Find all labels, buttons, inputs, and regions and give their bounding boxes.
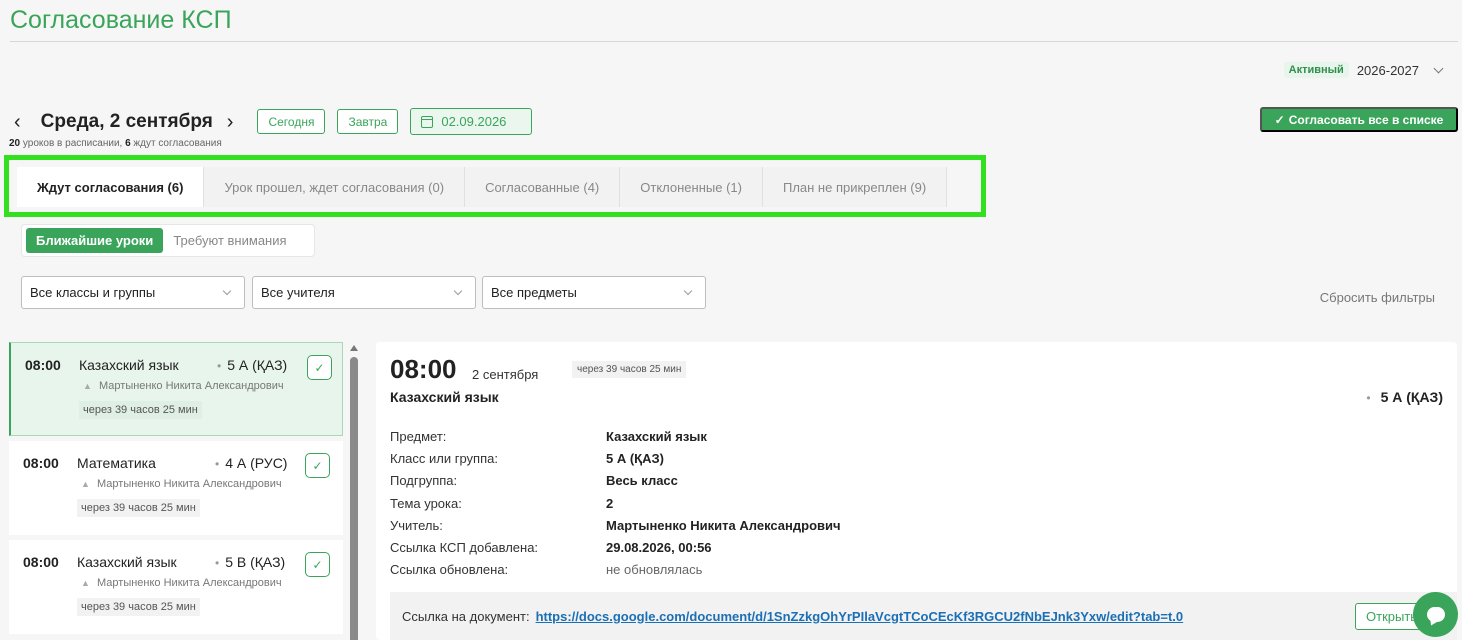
detail-row: Подгруппа: Весь класс [390, 473, 678, 489]
tab-rejected[interactable]: Отклоненные (1) [620, 167, 763, 207]
academic-year-select[interactable]: Активный 2026-2027 [1283, 62, 1444, 78]
status-tabs: Ждут согласования (6) Урок прошел, ждет … [17, 167, 948, 207]
check-icon: ✓ [1274, 112, 1285, 127]
approve-lesson-button[interactable]: ✓ [305, 453, 330, 478]
detail-row: Класс или группа: 5 А (ҚАЗ) [390, 450, 664, 466]
segment-nearest[interactable]: Ближайшие уроки [26, 228, 164, 253]
lesson-countdown: через 39 часов 25 мин [77, 598, 200, 616]
approve-all-button[interactable]: ✓ Согласовать все в списке [1260, 107, 1458, 132]
lesson-class: 4 А (РУС) [215, 455, 287, 471]
detail-row: Учитель: Мартыненко Никита Александрович [390, 517, 841, 533]
teachers-filter[interactable]: Все учителя [252, 276, 476, 309]
approve-lesson-button[interactable]: ✓ [307, 355, 332, 380]
lesson-detail-panel: 08:00 2 сентября через 39 часов 25 мин К… [376, 342, 1457, 640]
teachers-filter-value: Все учителя [261, 285, 335, 300]
tab-awaiting[interactable]: Ждут согласования (6) [17, 167, 205, 207]
check-icon: ✓ [314, 360, 325, 375]
lesson-subject: Казахский язык [77, 554, 177, 570]
lesson-card[interactable]: 08:00 Казахский язык 5 В (ҚАЗ) ▲Мартынен… [9, 540, 343, 634]
lesson-card[interactable]: 08:00 Казахский язык 5 А (ҚАЗ) ▲Мартынен… [9, 342, 343, 436]
chevron-down-icon [683, 286, 693, 296]
tabs-highlight-frame: Ждут согласования (6) Урок прошел, ждет … [4, 155, 986, 217]
tab-lesson-passed[interactable]: Урок прошел, ждет согласования (0) [204, 167, 466, 207]
detail-row: Тема урока: 2 [390, 495, 614, 511]
detail-time: 08:00 [390, 354, 457, 384]
approve-all-label: Согласовать все в списке [1288, 112, 1444, 127]
lesson-class: 5 А (ҚАЗ) [217, 357, 287, 373]
scroll-up-icon[interactable] [350, 345, 358, 351]
active-badge: Активный [1283, 62, 1349, 78]
lesson-time: 08:00 [23, 554, 59, 570]
lesson-teacher: ▲ Мартыненко Никита Александрович [83, 380, 284, 392]
detail-date: 2 сентября [472, 367, 539, 382]
chevron-left-icon[interactable]: ‹ [14, 112, 21, 132]
check-icon: ✓ [312, 557, 323, 572]
detail-countdown: через 39 часов 25 мин [572, 361, 687, 378]
today-button[interactable]: Сегодня [257, 109, 326, 134]
detail-row: Предмет: Казахский язык [390, 428, 707, 444]
scroll-thumb[interactable] [350, 357, 358, 640]
title-divider [10, 41, 1458, 42]
approve-lesson-button[interactable]: ✓ [305, 552, 330, 577]
date-navigation: ‹ Среда, 2 сентября › Сегодня Завтра 02.… [14, 108, 533, 135]
page-title: Согласование КСП [10, 6, 232, 34]
detail-subject: Казахский язык [390, 389, 499, 405]
lesson-list: 08:00 Казахский язык 5 А (ҚАЗ) ▲Мартынен… [9, 342, 343, 639]
detail-class: 5 А (ҚАЗ) [1366, 389, 1443, 405]
lesson-subject: Казахский язык [79, 357, 179, 373]
year-value: 2026-2027 [1356, 62, 1419, 78]
lesson-countdown: через 39 часов 25 мин [77, 499, 200, 517]
chat-icon [1426, 607, 1445, 622]
person-icon: ▲ [81, 578, 90, 588]
lesson-countdown: через 39 часов 25 мин [79, 401, 202, 419]
date-picker-value: 02.09.2026 [441, 114, 507, 129]
lesson-teacher: ▲ Мартыненко Никита Александрович [81, 577, 282, 589]
chevron-down-icon [1433, 63, 1444, 73]
person-icon: ▲ [81, 479, 90, 489]
chevron-down-icon [222, 286, 232, 296]
lesson-time: 08:00 [23, 455, 59, 471]
lesson-subject: Математика [77, 455, 156, 471]
lesson-time: 08:00 [25, 357, 61, 373]
date-picker[interactable]: 02.09.2026 [410, 108, 533, 135]
current-date-title: Среда, 2 сентября [40, 110, 213, 132]
document-link-bar: Ссылка на документ: https://docs.google.… [390, 592, 1457, 640]
chevron-right-icon[interactable]: › [227, 112, 234, 132]
lesson-card[interactable]: 08:00 Математика 4 А (РУС) ▲Мартыненко Н… [9, 441, 343, 535]
lesson-teacher: ▲ Мартыненко Никита Александрович [81, 478, 282, 490]
chevron-down-icon [453, 286, 463, 296]
tab-approved[interactable]: Согласованные (4) [465, 167, 621, 207]
detail-row: Ссылка КСП добавлена: 29.08.2026, 00:56 [390, 540, 712, 556]
segment-attention[interactable]: Требуют внимания [163, 228, 296, 253]
lesson-class: 5 В (ҚАЗ) [215, 554, 285, 570]
subjects-filter-value: Все предметы [491, 285, 577, 300]
detail-row: Ссылка обновлена: не обновлялась [390, 562, 703, 578]
person-icon: ▲ [83, 381, 92, 391]
document-link-label: Ссылка на документ: [402, 608, 530, 624]
subjects-filter[interactable]: Все предметы [482, 276, 706, 309]
tab-no-plan[interactable]: План не прикреплен (9) [762, 167, 948, 207]
calendar-icon [421, 115, 434, 128]
chat-button[interactable] [1413, 592, 1458, 637]
schedule-summary: 20 уроков в расписании, 6 ждут согласова… [9, 138, 222, 149]
lesson-segment-control: Ближайшие уроки Требуют внимания [21, 224, 315, 257]
detail-fields: Предмет: Казахский язык Класс или группа:… [390, 425, 841, 581]
classes-filter-value: Все классы и группы [30, 285, 156, 300]
check-icon: ✓ [312, 458, 323, 473]
classes-filter[interactable]: Все классы и группы [21, 276, 245, 309]
reset-filters-link[interactable]: Сбросить фильтры [1320, 290, 1435, 305]
tomorrow-button[interactable]: Завтра [337, 109, 399, 134]
lesson-list-scrollbar[interactable] [348, 345, 360, 640]
document-link[interactable]: https://docs.google.com/document/d/1SnZz… [536, 609, 1184, 624]
